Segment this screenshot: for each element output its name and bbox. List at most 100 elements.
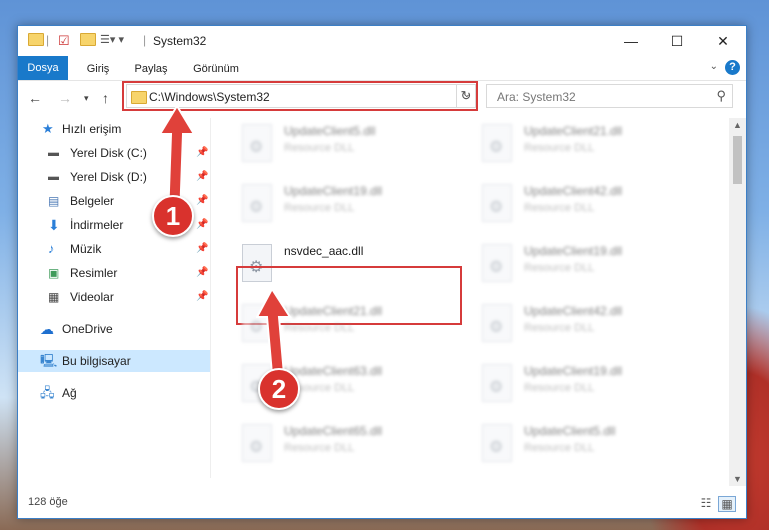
step-1-badge: 1 bbox=[152, 195, 194, 237]
tab-home[interactable]: Giriş bbox=[80, 60, 116, 78]
cloud-icon: ☁ bbox=[40, 321, 54, 337]
pin-icon[interactable]: 📌 bbox=[196, 262, 208, 284]
video-icon: ▦ bbox=[48, 290, 60, 304]
dll-file-icon bbox=[482, 364, 512, 402]
ribbon-tabs: Dosya Giriş Paylaş Görünüm ⌄ ? bbox=[18, 56, 746, 81]
file-name: UpdateClient19.dll bbox=[524, 364, 623, 378]
picture-icon: ▣ bbox=[48, 266, 60, 280]
dll-file-icon bbox=[242, 184, 272, 222]
list-item[interactable]: UpdateClient19.dll Resource DLL bbox=[236, 178, 466, 230]
minimize-button[interactable]: — bbox=[608, 26, 654, 56]
help-button[interactable]: ? bbox=[725, 60, 740, 75]
dll-file-icon bbox=[482, 244, 512, 282]
file-type: Resource DLL bbox=[524, 142, 595, 154]
computer-icon: 🖳 bbox=[40, 353, 58, 368]
scrollbar-thumb[interactable] bbox=[733, 136, 742, 184]
large-icons-view-icon[interactable]: ▦ bbox=[718, 496, 736, 512]
list-item[interactable]: UpdateClient42.dll Resource DLL bbox=[476, 178, 706, 230]
pane-splitter[interactable] bbox=[210, 118, 211, 478]
file-explorer-window: | ☑ ☰▾ ▾ | System32 — ☐ ✕ Dosya Giriş Pa… bbox=[17, 25, 747, 519]
up-arrow-icon[interactable]: ↑ bbox=[102, 90, 109, 106]
dll-file-icon bbox=[482, 184, 512, 222]
sidebar-item-label: Hızlı erişim bbox=[62, 122, 122, 136]
customize-toolbar-icon[interactable]: ☰▾ ▾ bbox=[100, 33, 124, 49]
file-type: Resource DLL bbox=[524, 442, 595, 454]
details-view-icon[interactable]: ☷ bbox=[698, 496, 714, 510]
window-title: System32 bbox=[153, 34, 207, 48]
file-name: UpdateClient19.dll bbox=[284, 184, 383, 198]
list-item[interactable]: UpdateClient19.dll Resource DLL bbox=[476, 238, 706, 290]
sidebar-item-pictures[interactable]: ▣ Resimler 📌 bbox=[18, 262, 210, 284]
close-button[interactable]: ✕ bbox=[700, 26, 746, 56]
music-icon: ♪ bbox=[48, 241, 55, 256]
separator: | bbox=[143, 33, 147, 47]
file-name: nsvdec_aac.dll bbox=[284, 244, 364, 258]
search-placeholder: Ara: System32 bbox=[497, 90, 576, 104]
file-type: Resource DLL bbox=[524, 262, 595, 274]
star-icon: ★ bbox=[42, 121, 54, 136]
list-item[interactable]: UpdateClient5.dll Resource DLL bbox=[236, 118, 466, 170]
search-icon[interactable]: ⚲ bbox=[716, 88, 726, 104]
sidebar-item-label: Müzik bbox=[70, 242, 102, 256]
dll-file-icon bbox=[482, 304, 512, 342]
list-item[interactable]: UpdateClient42.dll Resource DLL bbox=[476, 298, 706, 350]
list-item[interactable]: UpdateClient21.dll Resource DLL bbox=[476, 118, 706, 170]
navigation-bar: ← → ▾ ↑ C:\Windows\System32 ⌄ ↻ Ara: Sys… bbox=[18, 81, 746, 115]
sidebar-item-label: Videolar bbox=[70, 290, 114, 304]
dll-file-icon bbox=[482, 424, 512, 462]
tab-view[interactable]: Görünüm bbox=[186, 60, 246, 78]
file-name: UpdateClient21.dll bbox=[524, 124, 623, 138]
sidebar-item-label: Resimler bbox=[70, 266, 118, 280]
status-bar: 128 öğe ☷ ▦ bbox=[18, 492, 746, 516]
file-type: Resource DLL bbox=[284, 142, 355, 154]
sidebar-item-label: Ağ bbox=[62, 386, 77, 400]
download-icon: ⬇ bbox=[48, 217, 60, 233]
list-item[interactable]: UpdateClient5.dll Resource DLL bbox=[476, 418, 706, 470]
sidebar-item-label: OneDrive bbox=[62, 322, 113, 336]
file-type: Resource DLL bbox=[524, 322, 595, 334]
back-arrow-icon[interactable]: ← bbox=[28, 90, 42, 106]
sidebar-item-this-pc[interactable]: 🖳 Bu bilgisayar bbox=[18, 350, 210, 372]
file-type: Resource DLL bbox=[524, 382, 595, 394]
file-name: UpdateClient42.dll bbox=[524, 184, 623, 198]
tab-file[interactable]: Dosya bbox=[18, 56, 68, 80]
file-type: Resource DLL bbox=[284, 442, 355, 454]
sidebar-item-label: Bu bilgisayar bbox=[62, 354, 131, 368]
sidebar-item-videos[interactable]: ▦ Videolar 📌 bbox=[18, 286, 210, 308]
document-icon: ▤ bbox=[48, 194, 60, 208]
properties-icon[interactable]: ☑ bbox=[58, 33, 70, 49]
sidebar-item-music[interactable]: ♪ Müzik 📌 bbox=[18, 238, 210, 260]
dll-file-icon bbox=[482, 124, 512, 162]
sidebar-item-label: Yerel Disk (D:) bbox=[70, 170, 147, 184]
forward-arrow-icon[interactable]: → bbox=[58, 90, 72, 106]
drive-icon: ▬ bbox=[48, 171, 59, 183]
drive-icon: ▬ bbox=[48, 147, 59, 159]
separator: | bbox=[46, 33, 50, 47]
list-item[interactable]: UpdateClient19.dll Resource DLL bbox=[476, 358, 706, 410]
scroll-up-icon[interactable]: ▲ bbox=[729, 120, 746, 130]
maximize-button[interactable]: ☐ bbox=[654, 26, 700, 56]
file-name: UpdateClient5.dll bbox=[524, 424, 616, 438]
network-icon: 🖧 bbox=[40, 385, 55, 400]
expand-ribbon-icon[interactable]: ⌄ bbox=[710, 61, 718, 72]
tab-share[interactable]: Paylaş bbox=[128, 60, 174, 78]
file-name: UpdateClient5.dll bbox=[284, 124, 376, 138]
pin-icon[interactable]: 📌 bbox=[196, 286, 208, 308]
new-folder-icon[interactable] bbox=[80, 33, 96, 49]
sidebar-item-network[interactable]: 🖧 Ağ bbox=[18, 382, 210, 404]
vertical-scrollbar[interactable]: ▲ ▼ bbox=[729, 118, 746, 486]
step-2-badge: 2 bbox=[258, 368, 300, 410]
scroll-down-icon[interactable]: ▼ bbox=[729, 474, 746, 484]
search-input[interactable]: Ara: System32 ⚲ bbox=[486, 84, 733, 108]
recent-locations-icon[interactable]: ▾ bbox=[84, 93, 89, 104]
sidebar-item-label: İndirmeler bbox=[70, 218, 124, 232]
list-item[interactable]: UpdateClient65.dll Resource DLL bbox=[236, 418, 466, 470]
title-bar: | ☑ ☰▾ ▾ | System32 — ☐ ✕ bbox=[18, 26, 746, 56]
file-name: UpdateClient42.dll bbox=[524, 304, 623, 318]
dll-file-icon bbox=[242, 124, 272, 162]
pin-icon[interactable]: 📌 bbox=[196, 238, 208, 260]
sidebar-item-onedrive[interactable]: ☁ OneDrive bbox=[18, 318, 210, 340]
file-name: UpdateClient65.dll bbox=[284, 424, 383, 438]
item-count: 128 öğe bbox=[28, 496, 68, 508]
file-name: UpdateClient19.dll bbox=[524, 244, 623, 258]
